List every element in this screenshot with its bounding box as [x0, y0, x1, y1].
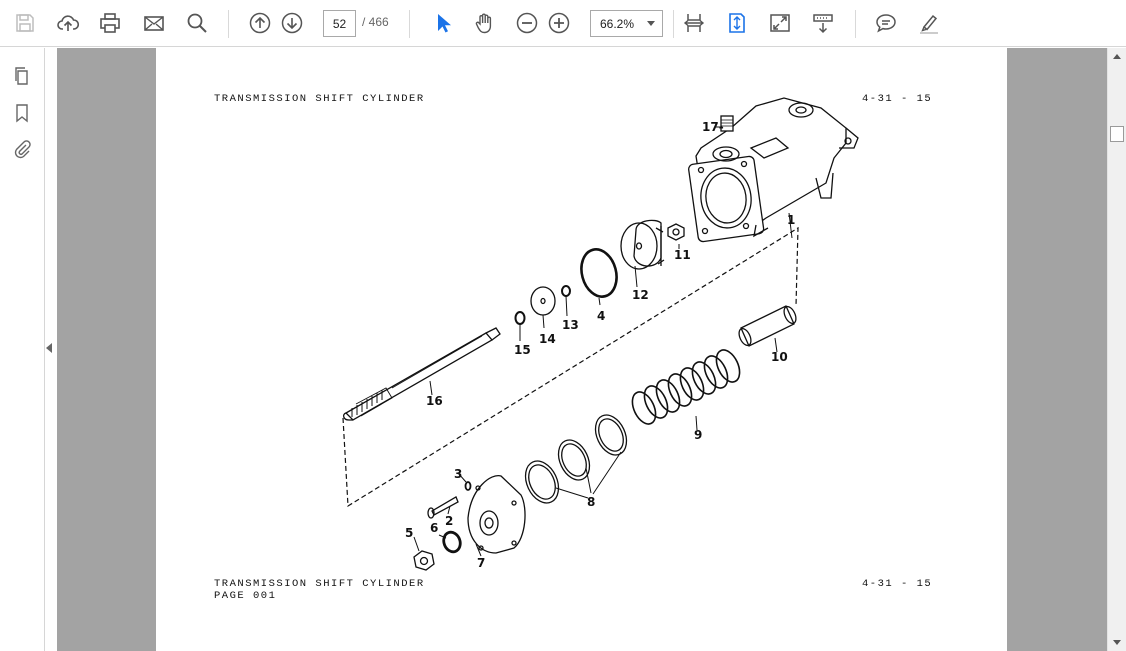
- callout-6: 6: [430, 521, 438, 535]
- zoom-select[interactable]: 66.2%: [590, 10, 663, 37]
- washer-13: [561, 285, 571, 297]
- page-down-icon[interactable]: [277, 8, 307, 38]
- bolt-2: [427, 496, 459, 519]
- callout-9: 9: [694, 428, 702, 442]
- save-icon[interactable]: [10, 8, 40, 38]
- scroll-down-icon[interactable]: [1113, 640, 1121, 645]
- piston-rod-16: [342, 327, 501, 421]
- callout-17: 17-: [702, 120, 724, 134]
- cloud-upload-icon[interactable]: [53, 8, 83, 38]
- bookmark-icon[interactable]: [9, 100, 35, 126]
- assembly-dashed-line: [342, 226, 799, 508]
- spring-9: [631, 349, 741, 425]
- collapse-sidebar-icon[interactable]: [46, 343, 52, 353]
- document-page: TRANSMISSION SHIFT CYLINDER 4-31 - 15 TR…: [156, 48, 1007, 651]
- select-cursor-icon[interactable]: [427, 8, 457, 38]
- callout-1: 1: [787, 213, 795, 227]
- hand-icon[interactable]: [469, 8, 499, 38]
- nut-5: [413, 550, 435, 571]
- callout-4: 4: [597, 309, 605, 323]
- toolbar-separator: [228, 10, 229, 38]
- fullscreen-icon[interactable]: [765, 8, 795, 38]
- left-sidebar: [0, 48, 45, 651]
- spring-guide-10: [738, 305, 797, 347]
- scroll-thumb[interactable]: [1110, 126, 1124, 142]
- toolbar-separator: [855, 10, 856, 38]
- washer-3: [464, 481, 472, 491]
- callout-16: 16: [426, 394, 443, 408]
- chevron-down-icon: [647, 21, 655, 26]
- fit-page-icon[interactable]: [722, 8, 752, 38]
- callout-5: 5: [405, 526, 413, 540]
- callout-14: 14: [539, 332, 556, 346]
- read-mode-icon[interactable]: [808, 8, 838, 38]
- vertical-scrollbar[interactable]: [1107, 48, 1126, 651]
- plate-14: [530, 286, 556, 316]
- fit-width-icon[interactable]: [679, 8, 709, 38]
- nut-11: [667, 223, 685, 241]
- toolbar-separator: [673, 10, 674, 38]
- highlight-pen-icon[interactable]: [914, 8, 944, 38]
- zoom-value: 66.2%: [600, 16, 635, 31]
- scroll-up-icon[interactable]: [1113, 54, 1121, 59]
- page-total-label: / 466: [362, 15, 389, 29]
- o-ring-4: [580, 248, 618, 298]
- email-icon[interactable]: [139, 8, 169, 38]
- toolbar-separator: [409, 10, 410, 38]
- callout-2: 2: [445, 514, 453, 528]
- main-toolbar: 52 / 466 66.2%: [0, 0, 1126, 47]
- callout-15: 15: [514, 343, 531, 357]
- attachment-icon[interactable]: [9, 136, 35, 162]
- ring-15: [514, 311, 526, 325]
- page-up-icon[interactable]: [245, 8, 275, 38]
- print-icon[interactable]: [95, 8, 125, 38]
- callout-8: 8: [587, 495, 595, 509]
- callout-10: 10: [771, 350, 788, 364]
- callout-7: 7: [477, 556, 485, 570]
- exploded-parts-diagram: 17- 1 11 12 4 13 14 15 16 10 9 8 3 2 6 5…: [342, 97, 859, 571]
- end-cover-7: [467, 475, 526, 554]
- callout-3: 3: [454, 467, 462, 481]
- zoom-in-icon[interactable]: [544, 8, 574, 38]
- o-ring-6: [442, 530, 462, 554]
- comment-icon[interactable]: [871, 8, 901, 38]
- search-icon[interactable]: [182, 8, 212, 38]
- gaskets-8: [524, 414, 628, 504]
- piston-12: [620, 219, 665, 270]
- callout-13: 13: [562, 318, 579, 332]
- callout-12: 12: [632, 288, 649, 302]
- pages-thumbnail-icon[interactable]: [9, 63, 35, 89]
- page-number-input[interactable]: 52: [323, 10, 356, 37]
- callout-11: 11: [674, 248, 691, 262]
- zoom-out-icon[interactable]: [512, 8, 542, 38]
